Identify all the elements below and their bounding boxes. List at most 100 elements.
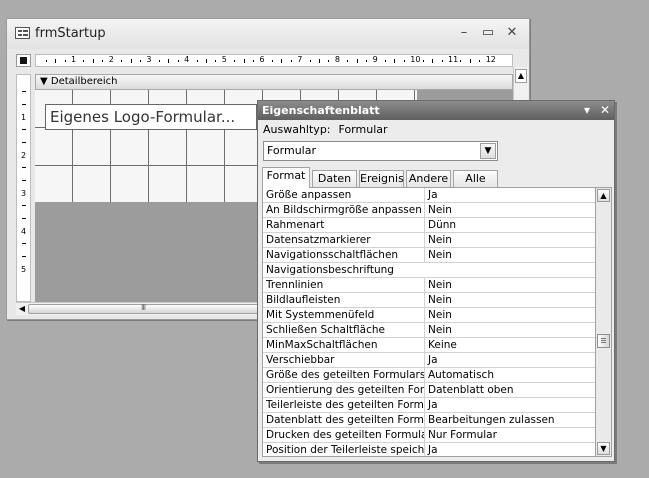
ruler-tick — [45, 60, 47, 62]
ruler-number: 4 — [21, 227, 27, 236]
property-row[interactable]: An Bildschirmgröße anpassen Nein — [263, 203, 595, 218]
scroll-up-icon[interactable]: ▲ — [597, 189, 610, 202]
property-scrollbar[interactable]: ▲ ▼ — [596, 187, 612, 457]
property-value[interactable]: Nein — [424, 248, 595, 262]
property-value[interactable]: Keine — [424, 338, 595, 352]
property-value[interactable]: Ja — [424, 443, 595, 456]
tab-daten[interactable]: Daten — [312, 170, 357, 188]
property-value[interactable]: Nein — [424, 233, 595, 247]
property-value[interactable]: Nein — [424, 323, 595, 337]
property-scroll-thumb[interactable] — [597, 334, 610, 348]
ruler-tick — [158, 60, 160, 62]
ruler-number: 5 — [221, 55, 227, 64]
ruler-tick — [432, 59, 434, 63]
object-select[interactable]: Formular ▼ — [263, 141, 498, 161]
property-value[interactable]: Datenblatt oben — [424, 383, 595, 397]
property-row[interactable]: Schließen Schaltfläche Nein — [263, 323, 595, 338]
scroll-left-icon[interactable]: ◀ — [16, 303, 28, 315]
property-name: An Bildschirmgröße anpassen — [266, 204, 422, 216]
ruler-tick — [309, 60, 311, 62]
property-value[interactable]: Nein — [424, 278, 595, 292]
ruler-tick — [22, 243, 26, 244]
property-name: Mit Systemmenüfeld — [266, 309, 375, 321]
ruler-number: 9 — [372, 55, 378, 64]
property-sheet: Eigenschaftenblatt ▾ ✕ Auswahltyp: Formul… — [257, 100, 615, 462]
property-value[interactable]: Ja — [424, 188, 595, 202]
property-close-button[interactable]: ✕ — [598, 101, 612, 120]
ruler-tick — [356, 59, 358, 63]
form-selector[interactable] — [16, 54, 31, 67]
property-sheet-titlebar[interactable]: Eigenschaftenblatt — [258, 101, 614, 120]
maximize-button[interactable]: ▭ — [477, 24, 499, 42]
property-value[interactable]: Automatisch — [424, 368, 595, 382]
property-list: Größe anpassen Ja An Bildschirmgröße anpas… — [262, 187, 596, 457]
property-row[interactable]: Position der Teilerleiste speichernJa — [263, 443, 595, 456]
tab-format[interactable]: Format — [262, 167, 310, 188]
property-name: Drucken des geteilten Formulars — [266, 429, 424, 441]
ruler-tick — [64, 60, 66, 62]
ruler-tick — [168, 59, 170, 63]
property-name: Rahmenart — [266, 219, 325, 231]
detail-section-bar[interactable]: ▼ Detailbereich — [35, 74, 513, 90]
property-row[interactable]: Rahmenart Dünn — [263, 218, 595, 233]
property-name: Schließen Schaltfläche — [266, 324, 385, 336]
pin-dropdown-icon[interactable]: ▾ — [580, 101, 594, 120]
property-row[interactable]: Orientierung des geteilten FormularsDate… — [263, 383, 595, 398]
form-title: frmStartup — [35, 26, 106, 41]
tab-ereignis[interactable]: Ereignis — [359, 170, 404, 188]
property-row[interactable]: Größe anpassen Ja — [263, 188, 595, 203]
property-row[interactable]: Mit Systemmenüfeld Nein — [263, 308, 595, 323]
property-name: Verschiebbar — [266, 354, 335, 366]
ruler-number: 10 — [410, 55, 421, 64]
form-titlebar[interactable]: frmStartup – ▭ ✕ — [7, 19, 529, 49]
property-row[interactable]: Drucken des geteilten Formulars Nur Formu… — [263, 428, 595, 443]
ruler-tick — [479, 60, 481, 62]
ruler-number: 3 — [21, 189, 27, 198]
ruler-tick — [22, 104, 26, 105]
property-value[interactable]: Nein — [424, 308, 595, 322]
property-row[interactable]: Teilerleiste des geteilten FormularsJa — [263, 398, 595, 413]
scroll-up-icon[interactable]: ▲ — [515, 69, 527, 83]
property-row[interactable]: Größe des geteilten Formulars Automatisch — [263, 368, 595, 383]
scroll-down-icon[interactable]: ▼ — [597, 442, 610, 455]
property-row[interactable]: Trennlinien Nein — [263, 278, 595, 293]
property-value[interactable]: Nein — [424, 293, 595, 307]
chevron-down-icon[interactable]: ▼ — [480, 143, 496, 159]
tab-andere[interactable]: Andere — [406, 170, 451, 188]
minimize-button[interactable]: – — [453, 24, 475, 42]
ruler-tick — [102, 60, 104, 62]
property-value[interactable]: Nur Formular — [424, 428, 595, 442]
property-name: Bildlaufleisten — [266, 294, 341, 306]
property-row[interactable]: Verschiebbar Ja — [263, 353, 595, 368]
property-row[interactable]: Bildlaufleisten Nein — [263, 293, 595, 308]
logo-label-control[interactable]: Eigenes Logo-Formular... — [45, 104, 257, 130]
tab-alle[interactable]: Alle — [453, 170, 498, 188]
ruler-tick — [328, 60, 330, 62]
ruler-tick — [22, 205, 26, 206]
ruler-tick — [460, 60, 462, 62]
ruler-tick — [22, 180, 26, 181]
close-button[interactable]: ✕ — [501, 24, 523, 42]
ruler-tick — [22, 167, 26, 168]
property-row[interactable]: MinMaxSchaltflächen Keine — [263, 338, 595, 353]
ruler-tick — [422, 60, 424, 62]
property-value[interactable]: Bearbeitungen zulassen — [424, 413, 595, 427]
property-row[interactable]: Navigationsbeschriftung — [263, 263, 595, 278]
horizontal-scroll-thumb[interactable] — [28, 303, 268, 314]
ruler-tick — [22, 256, 26, 257]
vertical-ruler: 1 2 3 4 5 — [16, 74, 31, 302]
ruler-number: 11 — [448, 55, 459, 64]
ruler-number: 7 — [297, 55, 303, 64]
property-row[interactable]: Datenblatt des geteilten FormularsBearbe… — [263, 413, 595, 428]
property-tabs: Format Daten Ereignis Andere Alle — [262, 167, 612, 188]
property-name: MinMaxSchaltflächen — [266, 339, 378, 351]
property-value[interactable]: Ja — [424, 398, 595, 412]
property-name: Trennlinien — [266, 279, 324, 291]
property-value[interactable]: Nein — [424, 203, 595, 217]
property-value[interactable]: Dünn — [424, 218, 595, 232]
property-row[interactable]: Datensatzmarkierer Nein — [263, 233, 595, 248]
property-row[interactable]: Navigationsschaltflächen Nein — [263, 248, 595, 263]
ruler-number: 5 — [21, 265, 27, 274]
selection-type: Auswahltyp: Formular — [263, 123, 388, 136]
property-value[interactable]: Ja — [424, 353, 595, 367]
